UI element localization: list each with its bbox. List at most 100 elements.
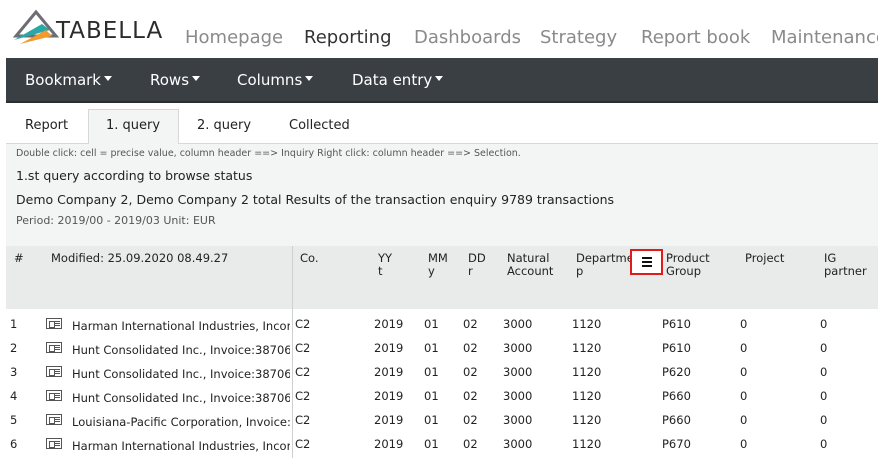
nav-dashboards[interactable]: Dashboards <box>414 27 521 48</box>
table-row[interactable]: 1 Harman International Industries, Incor… <box>6 313 878 337</box>
cell-mm: 01 <box>424 365 439 379</box>
tabella-logo[interactable]: TABELLA <box>12 6 162 50</box>
header-yy-line1: YY <box>378 251 393 265</box>
cell-ig-partner: 0 <box>820 317 828 331</box>
header-dd[interactable]: DD r <box>468 252 486 278</box>
header-ig-line2: partner <box>824 264 867 278</box>
table-row[interactable]: 4 Hunt Consolidated Inc., Invoice:387065… <box>6 385 878 409</box>
nav-report-book[interactable]: Report book <box>641 27 750 48</box>
grid-body: 1 Harman International Industries, Incor… <box>6 309 878 458</box>
nav-homepage[interactable]: Homepage <box>185 27 283 48</box>
cell-department: 1120 <box>572 341 602 355</box>
document-icon[interactable] <box>46 414 62 425</box>
hamburger-menu-icon <box>642 257 652 269</box>
cell-ig-partner: 0 <box>820 437 828 451</box>
cell-department: 1120 <box>572 365 602 379</box>
document-icon[interactable] <box>46 342 62 353</box>
cell-yy: 2019 <box>374 365 404 379</box>
header-dd-line1: DD <box>468 251 486 265</box>
header-natural-account[interactable]: Natural Account <box>507 252 553 278</box>
table-row[interactable]: 6 Harman International Industries, Incor… <box>6 433 878 457</box>
header-ig-line1: IG <box>824 251 837 265</box>
logo-text: TABELLA <box>56 18 164 44</box>
grid-header: # Modified: 25.09.2020 08.49.27 Co. YY t … <box>6 246 878 309</box>
cell-yy: 2019 <box>374 437 404 451</box>
menu-bookmark[interactable]: Bookmark <box>25 71 112 89</box>
header-yy-line2: t <box>378 264 383 278</box>
tab-report[interactable]: Report <box>25 118 68 133</box>
header-natural-line1: Natural <box>507 251 550 265</box>
cell-ig-partner: 0 <box>820 413 828 427</box>
cell-yy: 2019 <box>374 413 404 427</box>
menu-columns[interactable]: Columns <box>237 71 314 89</box>
cell-product-group: P620 <box>662 365 691 379</box>
table-row[interactable]: 5 Louisiana-Pacific Corporation, Invoice… <box>6 409 878 433</box>
cell-yy: 2019 <box>374 341 404 355</box>
cell-project: 0 <box>740 317 748 331</box>
document-icon[interactable] <box>46 438 62 449</box>
menu-data-entry[interactable]: Data entry <box>352 71 444 89</box>
menu-columns-label: Columns <box>237 71 303 89</box>
header-project[interactable]: Project <box>745 252 784 265</box>
header-product-line1: Product <box>666 251 710 265</box>
caret-down-icon <box>104 76 112 81</box>
header-mm[interactable]: MM y <box>428 252 448 278</box>
nav-reporting[interactable]: Reporting <box>304 27 392 48</box>
column-divider[interactable] <box>292 246 293 309</box>
header-row-number: # <box>14 251 24 265</box>
table-row[interactable]: 2 Hunt Consolidated Inc., Invoice:387065… <box>6 337 878 361</box>
row-number: 5 <box>10 413 18 427</box>
menu-bookmark-label: Bookmark <box>25 71 101 89</box>
cell-department: 1120 <box>572 389 602 403</box>
cell-mm: 01 <box>424 413 439 427</box>
cell-yy: 2019 <box>374 389 404 403</box>
cell-product-group: P610 <box>662 317 691 331</box>
menu-bar: Bookmark Rows Columns Data entry <box>6 58 878 103</box>
row-number: 1 <box>10 317 18 331</box>
document-icon[interactable] <box>46 318 62 329</box>
cell-department: 1120 <box>572 413 602 427</box>
tab-1-query[interactable]: 1. query <box>106 118 160 133</box>
cell-department: 1120 <box>572 437 602 451</box>
cell-ig-partner: 0 <box>820 341 828 355</box>
cell-natural-account: 3000 <box>503 389 533 403</box>
row-number: 3 <box>10 365 18 379</box>
cell-natural-account: 3000 <box>503 437 533 451</box>
tab-2-query[interactable]: 2. query <box>197 118 251 133</box>
caret-down-icon <box>192 76 201 81</box>
cell-project: 0 <box>740 341 748 355</box>
cell-project: 0 <box>740 413 748 427</box>
cell-product-group: P670 <box>662 437 691 451</box>
cell-co: C2 <box>295 413 311 427</box>
header-product-line2: Group <box>666 264 702 278</box>
document-icon[interactable] <box>46 390 62 401</box>
document-icon[interactable] <box>46 366 62 377</box>
row-number: 2 <box>10 341 18 355</box>
row-number: 6 <box>10 437 18 451</box>
header-natural-line2: Account <box>507 264 554 278</box>
usage-hint: Double click: cell = precise value, colu… <box>16 148 521 159</box>
tab-collected[interactable]: Collected <box>289 118 350 133</box>
menu-data-entry-label: Data entry <box>352 71 433 89</box>
header-co[interactable]: Co. <box>300 252 319 265</box>
header-yy[interactable]: YY t <box>378 252 392 278</box>
column-menu-button[interactable] <box>630 249 663 275</box>
caret-down-icon <box>305 76 314 81</box>
cell-dd: 02 <box>463 389 478 403</box>
table-row[interactable]: 3 Hunt Consolidated Inc., Invoice:387065… <box>6 361 878 385</box>
menu-rows[interactable]: Rows <box>150 71 201 89</box>
header-product-group[interactable]: Product Group <box>666 252 710 278</box>
cell-dd: 02 <box>463 413 478 427</box>
row-description: Harman International Industries, Incorpo <box>72 319 290 333</box>
cell-ig-partner: 0 <box>820 389 828 403</box>
cell-product-group: P610 <box>662 341 691 355</box>
cell-mm: 01 <box>424 389 439 403</box>
cell-project: 0 <box>740 389 748 403</box>
header-dd-line2: r <box>468 264 473 278</box>
header-ig-partner[interactable]: IG partner <box>824 252 867 278</box>
header-mm-line2: y <box>428 264 435 278</box>
nav-maintenance[interactable]: Maintenance <box>771 27 878 48</box>
nav-strategy[interactable]: Strategy <box>540 27 617 48</box>
cell-dd: 02 <box>463 341 478 355</box>
cell-mm: 01 <box>424 341 439 355</box>
